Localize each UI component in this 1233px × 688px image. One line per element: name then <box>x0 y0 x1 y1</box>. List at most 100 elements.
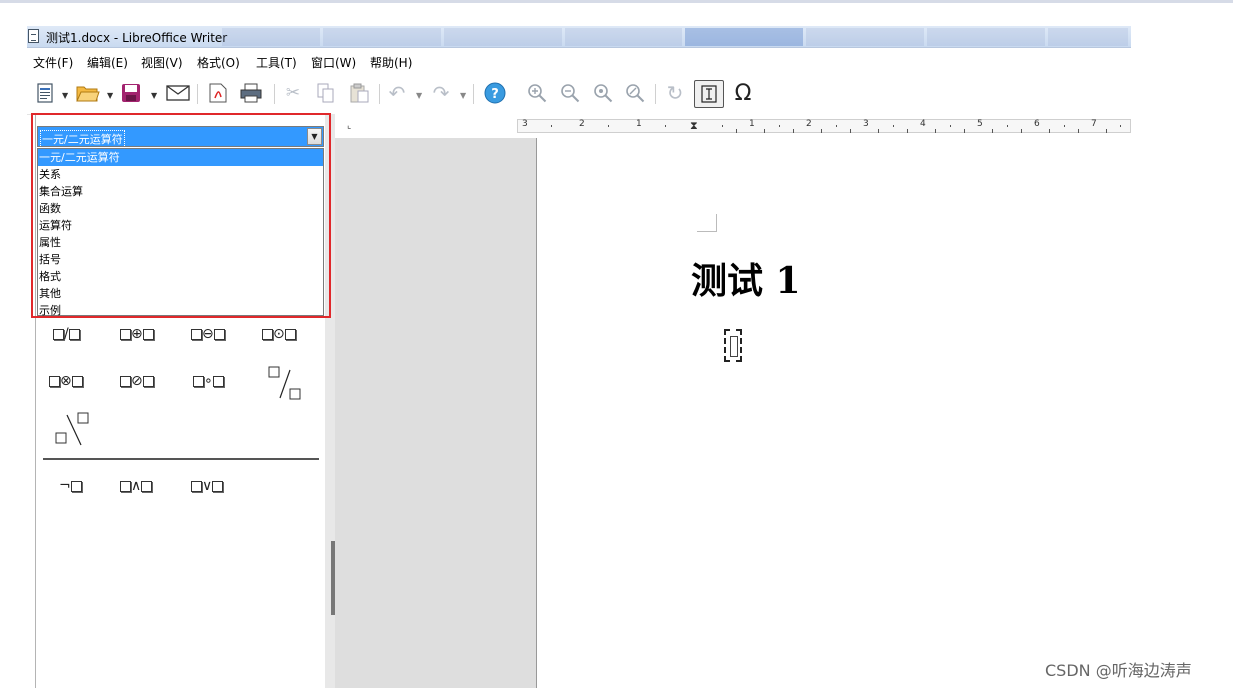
zoom-in-icon[interactable] <box>525 82 549 104</box>
ruler-dot <box>722 125 723 127</box>
export-pdf-icon[interactable] <box>207 82 229 104</box>
option-formats[interactable]: 格式 <box>38 268 323 285</box>
cut-icon[interactable]: ✂ <box>282 82 304 104</box>
document-heading[interactable]: 测试 1 <box>691 252 801 304</box>
taskbar-tab[interactable] <box>927 28 1046 46</box>
paste-icon[interactable] <box>347 82 371 104</box>
tab-stop-marker[interactable] <box>793 129 794 133</box>
element-category-select[interactable]: 一元/二元运算符 ▼ <box>37 126 324 148</box>
option-others[interactable]: 其他 <box>38 285 323 302</box>
formula-cursor-icon[interactable] <box>694 80 724 108</box>
taskbar-tab[interactable] <box>322 28 441 46</box>
open-folder-icon[interactable] <box>75 82 101 104</box>
ruler-label: 3 <box>863 119 869 129</box>
symbol-circled-times[interactable]: ⊗ <box>49 373 83 389</box>
option-brackets[interactable]: 括号 <box>38 251 323 268</box>
copy-icon[interactable] <box>315 82 337 104</box>
option-unary-binary-operators[interactable]: 一元/二元运算符 <box>38 149 323 166</box>
symbol-logical-or[interactable]: ∨ <box>191 478 224 494</box>
tab-stop-marker[interactable] <box>1078 129 1079 133</box>
tab-stop-marker[interactable] <box>850 129 851 133</box>
redo-icon[interactable]: ↷ <box>429 81 453 105</box>
taskbar-tab[interactable] <box>685 28 804 46</box>
open-dropdown-icon[interactable]: ▼ <box>107 91 113 100</box>
chevron-down-icon[interactable]: ▼ <box>307 128 322 145</box>
taskbar-tab[interactable] <box>1048 28 1128 46</box>
ruler-dot <box>779 125 780 127</box>
symbol-logical-and[interactable]: ∧ <box>120 478 153 494</box>
menu-file[interactable]: 文件(F) <box>33 54 73 71</box>
ruler-label: 7 <box>1091 119 1097 129</box>
refresh-icon[interactable]: ↻ <box>663 81 687 105</box>
option-relations[interactable]: 关系 <box>38 166 323 183</box>
title-bar: 测试1.docx - LibreOffice Writer <box>27 26 1131 48</box>
menu-edit[interactable]: 编辑(E) <box>87 54 128 71</box>
save-dropdown-icon[interactable]: ▼ <box>151 91 157 100</box>
symbol-composition[interactable]: ∘ <box>193 373 224 389</box>
document-page[interactable] <box>536 138 1132 688</box>
symbol-circled-slash[interactable]: ⊘ <box>120 373 154 389</box>
save-icon[interactable] <box>120 82 142 104</box>
category-dropdown-list: 一元/二元运算符 关系 集合运算 函数 运算符 属性 括号 格式 其他 示例 <box>37 148 324 319</box>
taskbar-tab[interactable] <box>806 28 925 46</box>
ruler-dot <box>1007 125 1008 127</box>
symbol-wide-slash[interactable] <box>268 366 308 402</box>
tab-stop-icon[interactable]: ⌞ <box>347 121 351 131</box>
option-attributes[interactable]: 属性 <box>38 234 323 251</box>
zoom-100-icon[interactable] <box>591 82 615 104</box>
menu-window[interactable]: 窗口(W) <box>311 54 356 71</box>
tab-stop-marker[interactable] <box>821 129 822 133</box>
menu-tools[interactable]: 工具(T) <box>256 54 297 71</box>
symbol-wide-backslash[interactable] <box>55 412 95 448</box>
symbol-circled-minus[interactable]: ⊖ <box>191 326 225 342</box>
tab-stop-marker[interactable] <box>1021 129 1022 133</box>
ruler-label: 3 <box>522 119 528 129</box>
toolbar-separator <box>274 84 275 104</box>
new-dropdown-icon[interactable]: ▼ <box>62 91 68 100</box>
menu-format[interactable]: 格式(O) <box>197 54 240 71</box>
zoom-out-icon[interactable] <box>558 82 582 104</box>
option-examples[interactable]: 示例 <box>38 302 323 319</box>
redo-dropdown-icon[interactable]: ▼ <box>460 91 466 100</box>
taskbar-tab[interactable] <box>564 28 683 46</box>
ruler-dot <box>665 125 666 127</box>
undo-dropdown-icon[interactable]: ▼ <box>416 91 422 100</box>
zoom-fit-icon[interactable] <box>623 82 647 104</box>
tab-stop-marker[interactable] <box>878 129 879 133</box>
omega-icon[interactable]: Ω <box>730 81 756 106</box>
tab-stop-marker[interactable] <box>935 129 936 133</box>
ruler-label: 1 <box>636 119 642 129</box>
option-functions[interactable]: 函数 <box>38 200 323 217</box>
taskbar-tab[interactable] <box>222 28 320 46</box>
option-operators[interactable]: 运算符 <box>38 217 323 234</box>
help-icon[interactable]: ? <box>483 82 507 104</box>
tab-stop-marker[interactable] <box>964 129 965 133</box>
taskbar-tab[interactable] <box>443 28 562 46</box>
horizontal-ruler[interactable]: 3 2 1 ⧗ 1 2 3 4 5 6 7 <box>517 119 1131 133</box>
tab-stop-marker[interactable] <box>992 129 993 133</box>
symbol-circled-plus[interactable]: ⊕ <box>120 326 154 342</box>
option-set-operations[interactable]: 集合运算 <box>38 183 323 200</box>
tab-stop-marker[interactable] <box>1049 129 1050 133</box>
tab-stop-marker[interactable] <box>764 129 765 133</box>
tab-stop-marker[interactable] <box>907 129 908 133</box>
print-icon[interactable] <box>239 82 263 104</box>
undo-icon[interactable]: ↶ <box>385 81 409 105</box>
email-icon[interactable] <box>165 82 191 104</box>
symbol-division[interactable]: / <box>53 326 80 342</box>
select-value: 一元/二元运算符 <box>40 130 125 148</box>
formula-placeholder[interactable] <box>724 329 742 362</box>
ruler-label: 4 <box>920 119 926 129</box>
indent-marker-icon[interactable]: ⧗ <box>690 119 698 133</box>
symbol-logical-not[interactable]: ¬ <box>59 478 82 494</box>
toolbar-separator <box>379 84 380 104</box>
tab-stop-marker[interactable] <box>736 129 737 133</box>
symbol-circled-dot[interactable]: ⊙ <box>262 326 296 342</box>
menu-help[interactable]: 帮助(H) <box>370 54 412 71</box>
ruler-label: 2 <box>806 119 812 129</box>
ruler-dot <box>950 125 951 127</box>
standard-toolbar: ▼ ▼ ▼ ✂ ↶ ▼ ↷ ▼ ? ↻ Ω <box>27 74 1131 115</box>
new-document-icon[interactable] <box>35 82 55 104</box>
menu-view[interactable]: 视图(V) <box>141 54 183 71</box>
tab-stop-marker[interactable] <box>1106 129 1107 133</box>
